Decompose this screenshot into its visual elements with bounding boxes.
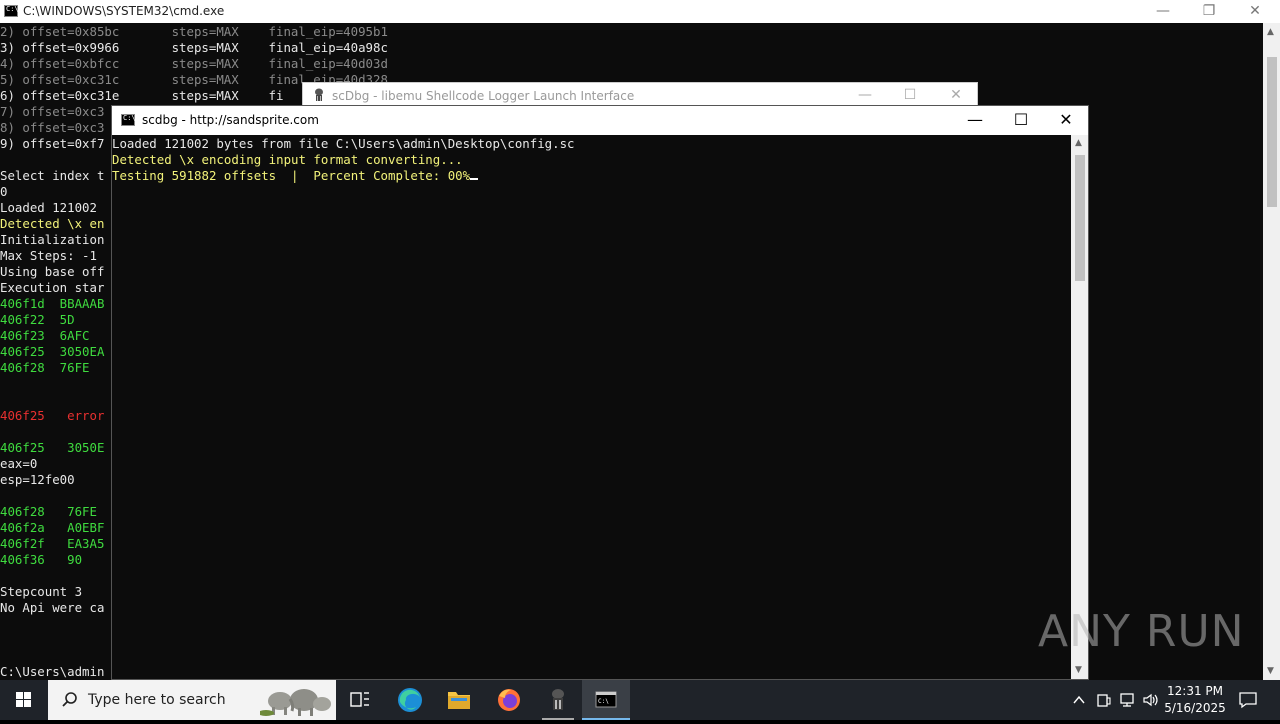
notification-icon[interactable] bbox=[1238, 691, 1258, 709]
task-view-icon bbox=[350, 692, 369, 707]
taskbar-cmd[interactable]: C:\ bbox=[582, 680, 630, 720]
console-output: Loaded 121002 bytes from file C:\Users\a… bbox=[112, 136, 575, 184]
elephants-illustration-icon bbox=[260, 689, 331, 716]
scroll-down-arrow-icon[interactable]: ▼ bbox=[1075, 665, 1082, 675]
vertical-scrollbar[interactable]: ▲ ▼ bbox=[1071, 135, 1088, 679]
firefox-icon bbox=[498, 689, 520, 711]
device-icon[interactable] bbox=[1096, 692, 1112, 708]
cmd-icon: C:\ bbox=[595, 691, 617, 708]
folder-icon bbox=[448, 692, 470, 709]
task-view-button[interactable] bbox=[336, 680, 384, 720]
svg-text:C:\: C:\ bbox=[598, 698, 609, 705]
minimize-button[interactable]: — bbox=[952, 106, 998, 135]
search-box[interactable]: Type here to search bbox=[48, 680, 336, 720]
clock-time: 12:31 PM bbox=[1167, 684, 1223, 698]
search-placeholder: Type here to search bbox=[88, 692, 226, 708]
taskbar-firefox[interactable] bbox=[485, 680, 533, 720]
scdbg-console-window[interactable]: scdbg - http://sandsprite.com — ☐ ✕ Load… bbox=[111, 105, 1089, 680]
scrollbar-thumb[interactable] bbox=[1267, 57, 1277, 207]
taskbar-file-explorer[interactable] bbox=[435, 680, 483, 720]
close-button[interactable]: ✕ bbox=[1043, 106, 1089, 135]
console-line: 4) offset=0xbfcc steps=MAX final_eip=40d… bbox=[0, 56, 388, 71]
restore-button[interactable]: ❐ bbox=[1186, 0, 1232, 23]
vertical-scrollbar[interactable]: ▲ ▼ bbox=[1263, 23, 1280, 680]
taskbar-scdbg[interactable] bbox=[534, 680, 582, 720]
minimize-button[interactable]: — bbox=[842, 84, 888, 107]
front-window-titlebar[interactable]: scdbg - http://sandsprite.com — ☐ ✕ bbox=[112, 106, 1088, 135]
clock-date: 5/16/2025 bbox=[1164, 701, 1226, 715]
search-icon bbox=[62, 692, 77, 707]
console-line: Detected \x encoding input format conver… bbox=[112, 152, 463, 167]
network-icon[interactable] bbox=[1118, 692, 1136, 708]
anyrun-watermark: ANY RUN bbox=[1038, 606, 1245, 657]
console-line: 2) offset=0x85bc steps=MAX final_eip=409… bbox=[0, 24, 388, 39]
windows-logo-icon bbox=[16, 692, 31, 707]
clock[interactable]: 12:31 PM 5/16/2025 bbox=[1160, 683, 1230, 717]
scroll-up-arrow-icon[interactable]: ▲ bbox=[1267, 27, 1274, 37]
start-button[interactable] bbox=[0, 680, 48, 720]
volume-icon[interactable] bbox=[1142, 692, 1160, 708]
chevron-up-icon[interactable] bbox=[1072, 693, 1086, 707]
front-window-title: scdbg - http://sandsprite.com bbox=[142, 113, 319, 127]
minimize-button[interactable]: — bbox=[1140, 0, 1186, 23]
edge-icon bbox=[398, 688, 422, 712]
taskbar-edge[interactable] bbox=[386, 680, 434, 720]
background-window-title: C:\WINDOWS\SYSTEM32\cmd.exe bbox=[23, 4, 225, 18]
console-line: Testing 591882 offsets | Percent Complet… bbox=[112, 168, 575, 184]
cmd-icon bbox=[121, 114, 136, 126]
taskbar: Type here to search C:\ 12:31 PM 5/16/20… bbox=[0, 680, 1280, 720]
console-line: 3) offset=0x9966 steps=MAX final_eip=40a… bbox=[0, 40, 388, 55]
close-button[interactable]: ✕ bbox=[933, 84, 979, 107]
maximize-button[interactable]: ☐ bbox=[998, 106, 1044, 135]
maximize-button[interactable]: ☐ bbox=[887, 84, 933, 107]
scrollbar-thumb[interactable] bbox=[1075, 155, 1085, 281]
scdbg-app-icon bbox=[315, 88, 323, 101]
console-line: Loaded 121002 bytes from file C:\Users\a… bbox=[112, 136, 575, 151]
launch-interface-title: scDbg - libemu Shellcode Logger Launch I… bbox=[332, 89, 635, 103]
close-button[interactable]: ✕ bbox=[1232, 0, 1278, 23]
background-window-titlebar[interactable]: C:\WINDOWS\SYSTEM32\cmd.exe — ❐ ✕ bbox=[0, 0, 1280, 23]
scdbg-launch-interface-window[interactable]: scDbg - libemu Shellcode Logger Launch I… bbox=[302, 82, 978, 106]
scroll-up-arrow-icon[interactable]: ▲ bbox=[1075, 138, 1082, 148]
scroll-down-arrow-icon[interactable]: ▼ bbox=[1267, 666, 1274, 676]
cmd-icon bbox=[4, 5, 19, 17]
scdbg-app-icon bbox=[552, 689, 564, 710]
text-cursor bbox=[470, 178, 479, 180]
